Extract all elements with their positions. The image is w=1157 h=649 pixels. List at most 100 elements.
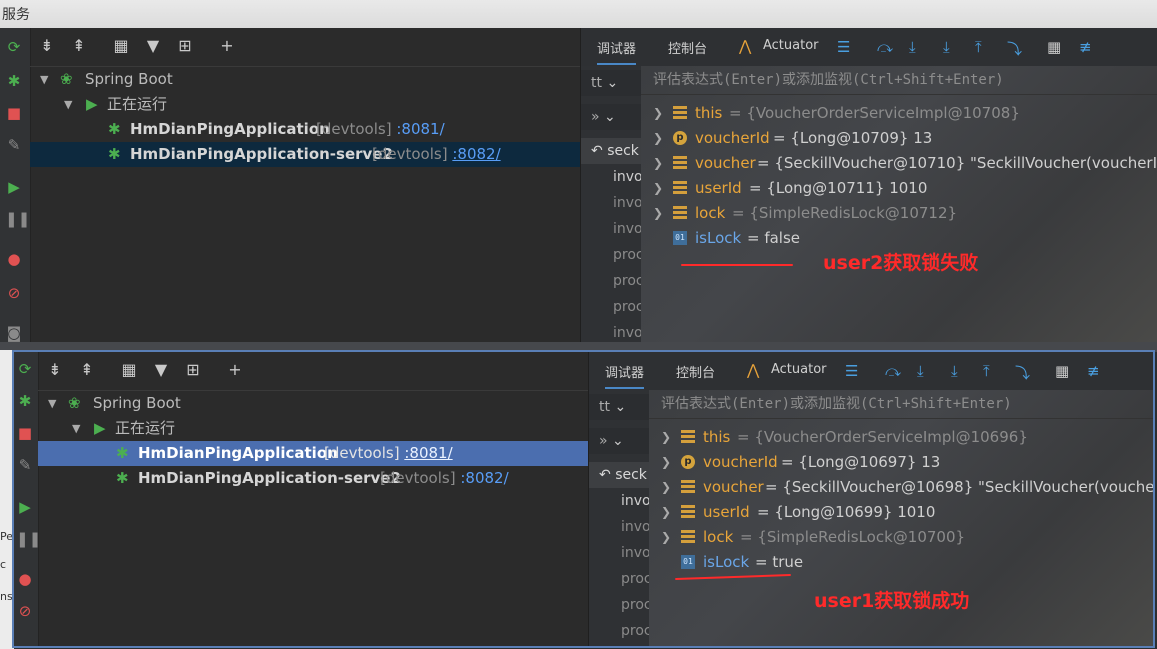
evaluate-input[interactable]: 评估表达式(Enter)或添加监视(Ctrl+Shift+Enter) — [641, 66, 1157, 95]
frame-item[interactable]: proc — [581, 268, 641, 294]
tree-node-app-8081[interactable]: ✱ HmDianPingApplication [devtools] :8081… — [38, 441, 588, 466]
add-icon[interactable]: + — [224, 360, 246, 380]
frame-item[interactable]: proc — [589, 566, 649, 592]
frames-nav[interactable]: » ⌄ — [589, 428, 649, 454]
frame-item[interactable]: invo — [589, 514, 649, 540]
filter-icon[interactable]: ▼ — [142, 36, 164, 56]
evaluate-icon[interactable]: ▦ — [1047, 38, 1061, 56]
app-name: HmDianPingApplication — [138, 444, 338, 462]
frame-item[interactable]: ↶ seck — [581, 138, 641, 164]
step-out-icon[interactable]: ⤒ — [983, 362, 990, 380]
chevron-down-icon[interactable]: ▼ — [40, 67, 48, 92]
thread-selector[interactable]: tt ⌄ — [589, 394, 649, 420]
chevron-right-icon[interactable]: ❯ — [653, 151, 663, 176]
step-out-icon[interactable]: ⤒ — [975, 38, 982, 56]
step-into-icon[interactable]: ⤓ — [917, 362, 924, 380]
frame-item[interactable]: invo — [581, 190, 641, 216]
force-step-into-icon[interactable]: ⤓ — [943, 38, 950, 56]
frame-item[interactable]: invo — [589, 488, 649, 514]
frame-item[interactable]: invo — [581, 216, 641, 242]
rerun-icon[interactable]: ⟳ — [16, 360, 34, 378]
group-icon[interactable]: ▦ — [110, 36, 132, 56]
frame-item[interactable]: proc — [589, 592, 649, 618]
stop-icon[interactable]: ■ — [16, 424, 34, 442]
tree-node-spring-boot[interactable]: ▼ ❀ Spring Boot — [38, 391, 588, 416]
chevron-down-icon[interactable]: ▼ — [48, 391, 56, 416]
tab-actuator[interactable]: Actuator — [771, 362, 827, 377]
chevron-right-icon[interactable]: ❯ — [653, 176, 663, 201]
run-to-cursor-icon[interactable]: ⤵ — [1015, 362, 1030, 383]
stop-icon[interactable]: ■ — [5, 104, 23, 122]
tree-node-running[interactable]: ▼ ▶ 正在运行 — [30, 92, 580, 117]
frame-item[interactable]: proc — [589, 618, 649, 644]
pause-icon[interactable]: ❚❚ — [5, 210, 30, 228]
resume-icon[interactable]: ▶ — [5, 178, 23, 196]
tree-node-app-8082[interactable]: ✱ HmDianPingApplication-serve2 [devtools… — [30, 142, 580, 167]
tab-console[interactable]: 控制台 — [676, 362, 715, 381]
chevron-right-icon[interactable]: ❯ — [653, 126, 663, 151]
frame-item[interactable]: ↶ seck — [589, 462, 649, 488]
frame-item[interactable]: invo — [581, 320, 641, 342]
tab-console[interactable]: 控制台 — [668, 38, 707, 57]
app-name: HmDianPingApplication-serve2 — [138, 469, 401, 487]
menu-icon[interactable]: ☰ — [837, 38, 850, 56]
tab-debugger[interactable]: 调试器 — [597, 38, 637, 65]
add-icon[interactable]: + — [216, 36, 238, 56]
tree-node-running[interactable]: ▼ ▶ 正在运行 — [38, 416, 588, 441]
breakpoints-icon[interactable]: ● — [5, 250, 23, 268]
thread-selector[interactable]: tt ⌄ — [581, 70, 641, 96]
frame-item[interactable]: proc — [581, 242, 641, 268]
camera-icon[interactable]: ◙ — [5, 324, 23, 342]
evaluate-icon[interactable]: ▦ — [1055, 362, 1069, 380]
chevron-right-icon[interactable]: ❯ — [661, 525, 671, 550]
chevron-right-icon[interactable]: ❯ — [661, 425, 671, 450]
frame-item[interactable]: proc — [581, 294, 641, 320]
tree-node-spring-boot[interactable]: ▼ ❀ Spring Boot — [30, 67, 580, 92]
frames-nav[interactable]: » ⌄ — [581, 104, 641, 130]
mute-breakpoints-icon[interactable]: ⊘ — [5, 284, 23, 302]
menu-icon[interactable]: ☰ — [845, 362, 858, 380]
chevron-down-icon[interactable]: ▼ — [72, 416, 80, 441]
evaluate-input[interactable]: 评估表达式(Enter)或添加监视(Ctrl+Shift+Enter) — [649, 390, 1153, 419]
new-tab-icon[interactable]: ⊞ — [174, 36, 196, 56]
collapse-all-icon[interactable]: ⇞ — [68, 36, 90, 56]
tab-actuator[interactable]: Actuator — [763, 38, 819, 53]
breakpoints-icon[interactable]: ● — [16, 570, 34, 588]
tab-debugger[interactable]: 调试器 — [605, 362, 645, 389]
resume-icon[interactable]: ▶ — [16, 498, 34, 516]
chevron-right-icon[interactable]: ❯ — [653, 201, 663, 226]
group-icon[interactable]: ▦ — [118, 360, 140, 380]
app-port-link[interactable]: :8081/ — [404, 444, 452, 462]
frame-item[interactable]: invo — [589, 540, 649, 566]
run-to-cursor-icon[interactable]: ⤵ — [1007, 38, 1022, 59]
step-over-icon[interactable]: ⤼ — [885, 362, 901, 380]
filter-icon[interactable]: ▼ — [150, 360, 172, 380]
chevron-right-icon[interactable]: ❯ — [661, 475, 671, 500]
trace-icon[interactable]: ≢ — [1079, 38, 1092, 56]
debug-bug-icon[interactable]: ✱ — [16, 392, 34, 410]
rerun-icon[interactable]: ⟳ — [5, 38, 23, 56]
wrench-icon[interactable]: ✎ — [5, 136, 23, 154]
tree-node-app-8081[interactable]: ✱ HmDianPingApplication [devtools] :8081… — [30, 117, 580, 142]
step-into-icon[interactable]: ⤓ — [909, 38, 916, 56]
chevron-right-icon[interactable]: ❯ — [661, 450, 671, 475]
tree-node-app-8082[interactable]: ✱ HmDianPingApplication-serve2 [devtools… — [38, 466, 588, 491]
expand-all-icon[interactable]: ⇟ — [36, 36, 58, 56]
wrench-icon[interactable]: ✎ — [16, 456, 34, 474]
app-port-link[interactable]: :8082/ — [460, 469, 508, 487]
new-tab-icon[interactable]: ⊞ — [182, 360, 204, 380]
collapse-all-icon[interactable]: ⇞ — [76, 360, 98, 380]
app-port-link[interactable]: :8082/ — [452, 145, 500, 163]
force-step-into-icon[interactable]: ⤓ — [951, 362, 958, 380]
debug-bug-icon[interactable]: ✱ — [5, 72, 23, 90]
pause-icon[interactable]: ❚❚ — [16, 530, 41, 548]
expand-all-icon[interactable]: ⇟ — [44, 360, 66, 380]
step-over-icon[interactable]: ⤼ — [877, 38, 893, 56]
frame-item[interactable]: invo — [581, 164, 641, 190]
mute-breakpoints-icon[interactable]: ⊘ — [16, 602, 34, 620]
app-port-link[interactable]: :8081/ — [396, 120, 444, 138]
chevron-down-icon[interactable]: ▼ — [64, 92, 72, 117]
chevron-right-icon[interactable]: ❯ — [661, 500, 671, 525]
trace-icon[interactable]: ≢ — [1087, 362, 1100, 380]
chevron-right-icon[interactable]: ❯ — [653, 101, 663, 126]
